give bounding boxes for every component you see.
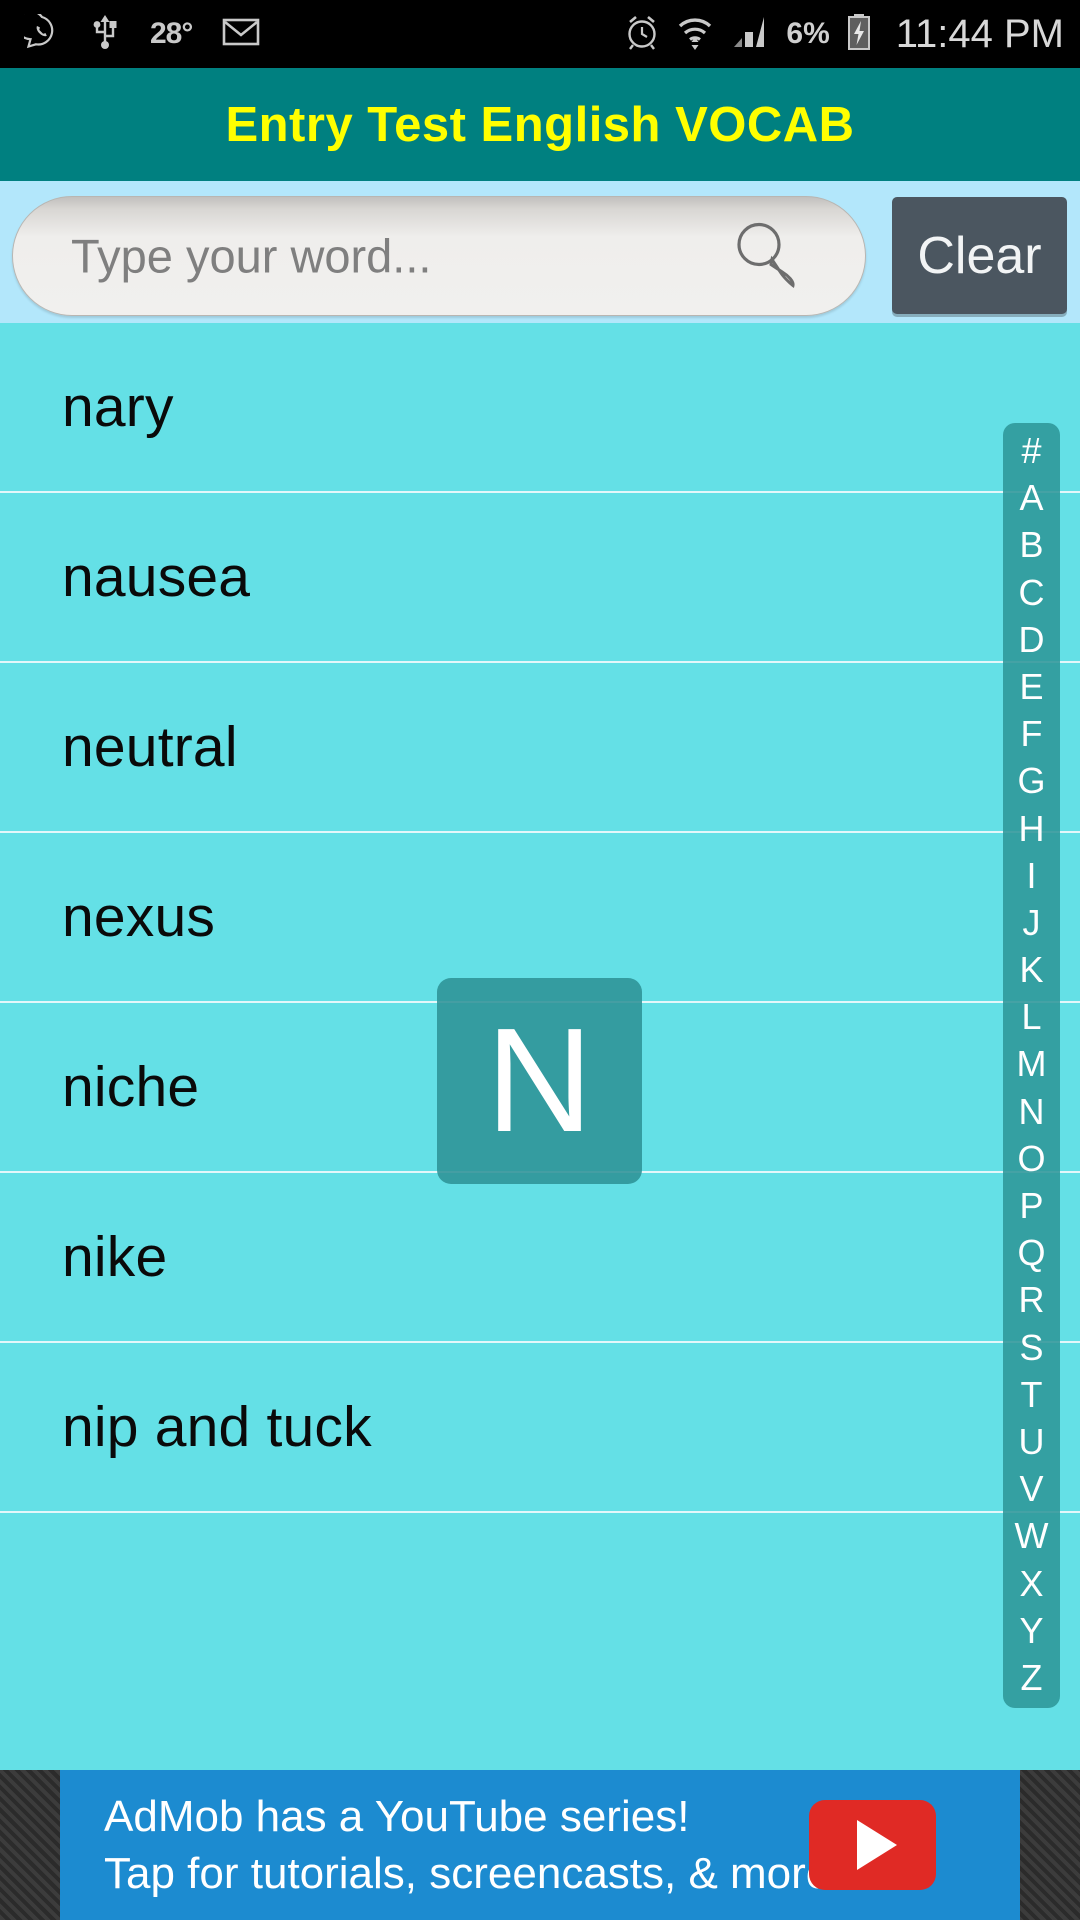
alphabet-index-letter-c[interactable]: C	[1019, 574, 1045, 611]
battery-percent-label: 6%	[786, 17, 830, 50]
alphabet-index-letter-j[interactable]: J	[1023, 904, 1041, 941]
alarm-icon	[624, 13, 660, 56]
word-label: nexus	[62, 885, 216, 949]
ad-subtext: Tap for tutorials, screencasts, & more.	[104, 1849, 843, 1898]
search-bar: Type your word... Clear	[0, 181, 1080, 323]
whatsapp-icon	[15, 9, 60, 55]
search-input[interactable]: Type your word...	[12, 196, 866, 316]
alphabet-index-letter-z[interactable]: Z	[1021, 1659, 1043, 1696]
letter-preview-overlay: N	[437, 978, 642, 1184]
alphabet-index-letter-t[interactable]: T	[1021, 1376, 1043, 1413]
alphabet-index-letter-e[interactable]: E	[1019, 668, 1043, 705]
alphabet-index-letter-l[interactable]: L	[1021, 999, 1041, 1035]
ad-text-block: AdMob has a YouTube series! Tap for tuto…	[60, 1791, 843, 1899]
wifi-icon	[676, 13, 714, 56]
status-bar: 28° 6% 11:44 PM	[0, 0, 1080, 68]
alphabet-index-letter-i[interactable]: I	[1026, 857, 1036, 894]
alphabet-index-letter-hash[interactable]: #	[1021, 433, 1041, 469]
page-title: Entry Test English VOCAB	[225, 97, 855, 152]
alphabet-index-letter-u[interactable]: U	[1019, 1423, 1045, 1460]
gmail-icon	[222, 17, 260, 52]
word-list[interactable]: nary nausea neutral nexus niche nike nip…	[0, 323, 1080, 1770]
alphabet-index-letter-s[interactable]: S	[1019, 1329, 1043, 1366]
alphabet-index-letter-a[interactable]: A	[1019, 480, 1043, 516]
alphabet-index-letter-r[interactable]: R	[1019, 1282, 1045, 1318]
alphabet-index-letter-o[interactable]: O	[1017, 1140, 1045, 1177]
word-label: nip and tuck	[62, 1395, 372, 1459]
play-triangle-icon	[856, 1820, 897, 1870]
alphabet-index-letter-n[interactable]: N	[1019, 1093, 1045, 1130]
app-title-bar: Entry Test English VOCAB	[0, 68, 1080, 181]
alphabet-index-letter-m[interactable]: M	[1017, 1046, 1047, 1082]
alphabet-index-letter-p[interactable]: P	[1019, 1188, 1043, 1224]
search-input-placeholder: Type your word...	[71, 229, 432, 283]
alphabet-index-letter-g[interactable]: G	[1017, 763, 1045, 799]
status-bar-right-icons: 6% 11:44 PM	[624, 12, 1064, 57]
alphabet-index-scrollbar[interactable]: # A B C D E F G H I J K L M N O P Q R S T U V W X Y Z	[1003, 423, 1060, 1708]
alphabet-index-letter-w[interactable]: W	[1015, 1518, 1049, 1554]
cellular-signal-icon	[730, 14, 770, 55]
alphabet-index-letter-f[interactable]: F	[1021, 716, 1043, 752]
ad-headline: AdMob has a YouTube series!	[104, 1791, 690, 1841]
list-item[interactable]: nike	[0, 1173, 1080, 1343]
search-icon[interactable]	[727, 216, 803, 297]
word-label: neutral	[62, 715, 238, 779]
admob-banner[interactable]: AdMob has a YouTube series! Tap for tuto…	[60, 1770, 1020, 1920]
battery-charging-icon	[846, 13, 872, 56]
ad-banner-area: AdMob has a YouTube series! Tap for tuto…	[0, 1770, 1080, 1920]
word-label: niche	[62, 1055, 200, 1119]
clear-button-label: Clear	[917, 226, 1042, 285]
status-bar-clock: 11:44 PM	[895, 11, 1064, 56]
word-label: nary	[62, 375, 174, 439]
list-item[interactable]: neutral	[0, 663, 1080, 833]
alphabet-index-letter-d[interactable]: D	[1019, 621, 1045, 658]
list-item[interactable]: nip and tuck	[0, 1343, 1080, 1513]
alphabet-index-letter-h[interactable]: H	[1019, 810, 1045, 847]
clear-button[interactable]: Clear	[892, 197, 1067, 314]
letter-preview-label: N	[486, 998, 593, 1163]
status-bar-left-icons: 28°	[15, 9, 260, 56]
alphabet-index-letter-q[interactable]: Q	[1017, 1235, 1045, 1271]
list-item[interactable]: nary	[0, 323, 1080, 493]
temperature-indicator: 28°	[150, 17, 193, 50]
word-label: nike	[62, 1225, 168, 1289]
usb-icon	[90, 13, 120, 56]
youtube-play-icon[interactable]	[809, 1800, 936, 1890]
alphabet-index-letter-b[interactable]: B	[1019, 527, 1043, 563]
alphabet-index-letter-v[interactable]: V	[1019, 1471, 1043, 1507]
list-item[interactable]: nausea	[0, 493, 1080, 663]
word-label: nausea	[62, 545, 251, 609]
alphabet-index-letter-y[interactable]: Y	[1019, 1612, 1043, 1649]
alphabet-index-letter-x[interactable]: X	[1019, 1565, 1043, 1602]
alphabet-index-letter-k[interactable]: K	[1019, 952, 1043, 988]
